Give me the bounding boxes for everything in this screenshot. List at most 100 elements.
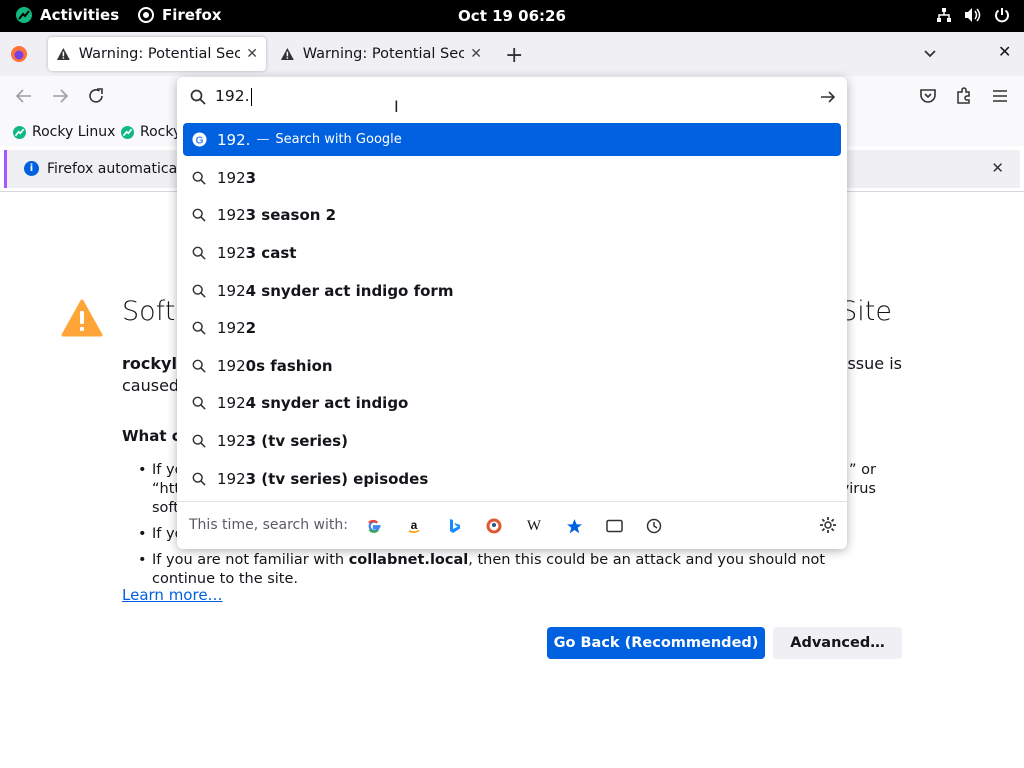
google-icon[interactable] xyxy=(363,515,385,537)
mouse-cursor: I xyxy=(394,97,399,116)
suggestion-completion: 0s fashion xyxy=(245,356,333,375)
suggestion-item[interactable]: 192 3 xyxy=(183,159,841,197)
suggestion-item[interactable]: 192 3 (tv series) episodes xyxy=(183,460,841,498)
system-top-bar: Activities Firefox Oct 19 06:26 xyxy=(0,0,1024,32)
firefox-view-icon[interactable] xyxy=(10,45,28,63)
learn-more-link[interactable]: Learn more… xyxy=(122,586,223,604)
advice-text: If you are not familiar with xyxy=(152,552,349,568)
suggestion-item[interactable]: 192 2 xyxy=(183,309,841,347)
suggestion-item[interactable]: 192 3 season 2 xyxy=(183,197,841,235)
search-icon xyxy=(191,395,207,411)
one-off-search-bar: This time, search with: a W xyxy=(177,501,847,549)
extensions-puzzle-icon[interactable] xyxy=(955,87,973,105)
info-icon: i xyxy=(24,161,39,176)
notification-text: Firefox automatically xyxy=(47,161,194,177)
forward-arrow-icon[interactable] xyxy=(51,87,69,105)
suggestion-completion: 3 xyxy=(245,168,257,187)
back-arrow-icon[interactable] xyxy=(15,87,33,105)
url-input-value: 192. xyxy=(215,87,250,105)
google-icon: G xyxy=(191,132,207,148)
volume-icon xyxy=(965,8,981,22)
svg-text:G: G xyxy=(195,135,203,146)
tab-security-warning-2[interactable]: Warning: Potential Security Risk Ahead ✕ xyxy=(272,37,490,71)
close-tab-icon[interactable]: ✕ xyxy=(246,46,258,62)
search-icon xyxy=(191,245,207,261)
text-caret xyxy=(250,87,252,106)
search-icon xyxy=(190,89,206,105)
tab-title: Warning: Potential Security Risk Ahead xyxy=(302,46,465,62)
advice-hostname: collabnet.local xyxy=(348,552,469,568)
new-tab-plus-icon[interactable]: + xyxy=(505,43,523,68)
one-off-label: This time, search with: xyxy=(189,517,348,533)
window-close-icon[interactable]: ✕ xyxy=(998,42,1011,61)
search-icon xyxy=(191,283,207,299)
suggestion-typed: 192 xyxy=(217,243,246,262)
search-icon xyxy=(191,471,207,487)
clock[interactable]: Oct 19 06:26 xyxy=(0,7,1024,25)
suggestion-list: G 192. — Search with Google 192 3 192 3 se… xyxy=(183,123,841,497)
search-settings-gear-icon[interactable] xyxy=(819,516,837,534)
go-back-button[interactable]: Go Back (Recommended) xyxy=(547,627,765,659)
network-icon xyxy=(937,8,951,22)
suggestion-typed: 192 xyxy=(217,319,246,338)
close-tab-icon[interactable]: ✕ xyxy=(470,46,482,62)
suggestion-item[interactable]: 192 0s fashion xyxy=(183,347,841,385)
advice-text: “htt xyxy=(152,481,181,497)
list-all-tabs-chevron-icon[interactable] xyxy=(922,46,938,62)
tab-title: Warning: Potential Security Risk Ahead xyxy=(78,46,241,62)
tabs-icon[interactable] xyxy=(603,515,625,537)
pocket-icon[interactable] xyxy=(919,87,937,105)
amazon-icon[interactable]: a xyxy=(403,515,425,537)
suggestion-item[interactable]: 192 4 snyder act indigo xyxy=(183,385,841,423)
suggestion-completion: 3 (tv series) episodes xyxy=(245,469,429,488)
history-clock-icon[interactable] xyxy=(643,515,665,537)
wikipedia-icon[interactable]: W xyxy=(523,515,545,537)
close-notification-icon[interactable]: ✕ xyxy=(991,159,1004,177)
bookmark-label: Rocky Linux xyxy=(32,124,116,140)
suggestion-item[interactable]: 192 3 cast xyxy=(183,234,841,272)
suggestion-typed: 192 xyxy=(217,281,246,300)
suggestion-completion: 2 xyxy=(245,319,257,338)
url-input[interactable]: 192. xyxy=(177,77,847,117)
suggestion-typed: 192 xyxy=(217,394,246,413)
warning-icon xyxy=(280,48,294,60)
power-icon xyxy=(995,8,1009,23)
suggestion-typed: 192 xyxy=(217,431,246,450)
search-icon xyxy=(191,358,207,374)
bookmarks-star-icon[interactable] xyxy=(563,515,585,537)
suggestion-item[interactable]: 192 3 (tv series) xyxy=(183,422,841,460)
rocky-logo-icon xyxy=(13,125,26,139)
intro-hostname: rockyli xyxy=(122,354,183,373)
urlbar-dropdown: 192. I G 192. — Search with Google 192 3 … xyxy=(177,77,847,549)
intro-text-right: ssue is xyxy=(847,354,902,373)
suggestion-typed: 192 xyxy=(217,206,246,225)
suggestion-separator: — xyxy=(256,132,270,147)
suggestion-action: Search with Google xyxy=(275,132,402,147)
hamburger-menu-icon[interactable] xyxy=(991,87,1009,105)
advice-text: ” or xyxy=(849,462,876,478)
rocky-logo-icon xyxy=(121,125,134,139)
tab-security-warning-1[interactable]: Warning: Potential Security Risk Ahead ✕ xyxy=(48,37,266,71)
bookmark-rocky[interactable]: Rocky xyxy=(121,124,181,140)
page-title-right: Site xyxy=(840,296,892,327)
suggestion-completion: 4 snyder act indigo form xyxy=(245,281,454,300)
suggestion-item[interactable]: 192 4 snyder act indigo form xyxy=(183,272,841,310)
tab-strip: Warning: Potential Security Risk Ahead ✕… xyxy=(0,32,1024,76)
bookmark-rocky-linux[interactable]: Rocky Linux xyxy=(13,124,115,140)
suggestion-search-google[interactable]: G 192. — Search with Google xyxy=(183,123,841,156)
suggestion-completion: 3 cast xyxy=(245,243,297,262)
advanced-button[interactable]: Advanced… xyxy=(773,627,902,659)
system-tray[interactable] xyxy=(936,7,1010,23)
suggestion-typed: 192 xyxy=(217,469,246,488)
suggestion-completion: 3 (tv series) xyxy=(245,431,348,450)
bing-icon[interactable] xyxy=(443,515,465,537)
svg-text:a: a xyxy=(411,518,418,532)
warning-triangle-icon xyxy=(61,299,103,337)
suggestion-completion: 3 season 2 xyxy=(245,206,337,225)
reload-icon[interactable] xyxy=(87,87,105,105)
bookmark-label: Rocky xyxy=(140,124,182,140)
duckduckgo-icon[interactable] xyxy=(483,515,505,537)
go-arrow-icon[interactable] xyxy=(819,88,837,106)
advice-item: If you are not familiar with collabnet.l… xyxy=(138,551,892,589)
search-icon xyxy=(191,433,207,449)
